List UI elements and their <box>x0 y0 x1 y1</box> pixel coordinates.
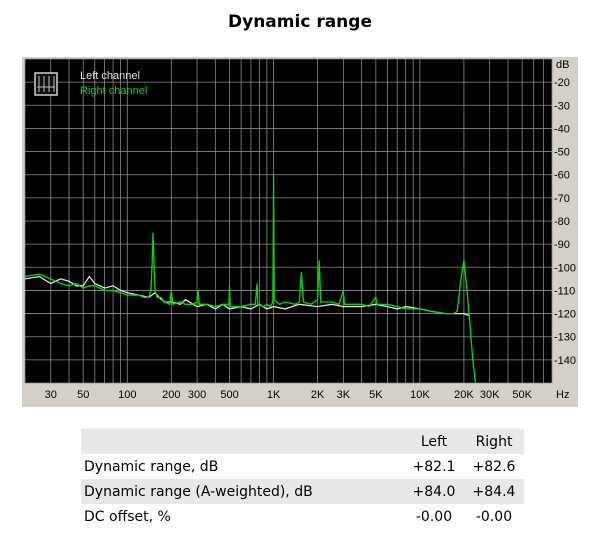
y-axis-unit: dB <box>556 59 569 71</box>
y-tick-label: -60 <box>554 170 570 182</box>
row-label: Dynamic range (A-weighted), dB <box>81 479 404 504</box>
y-tick-label: -120 <box>554 309 576 321</box>
table-row: DC offset, % -0.00 -0.00 <box>81 504 524 529</box>
y-tick-label: -30 <box>554 100 570 112</box>
y-tick-label: -110 <box>554 285 575 297</box>
x-tick-label: 3K <box>337 389 351 401</box>
row-right-value: -0.00 <box>464 504 524 529</box>
spectrum-plot-svg: dB -20 -30 -40 -50 -60 -70 -80 -90 -100 -110 -120 -1… <box>24 58 576 401</box>
row-label: Dynamic range, dB <box>81 454 404 479</box>
legend-right-channel: Right channel <box>80 85 147 97</box>
table-header-cell <box>81 429 404 454</box>
spectrum-plot: dB -20 -30 -40 -50 -60 -70 -80 -90 -100 -110 -120 -1… <box>22 57 578 407</box>
x-tick-label: 50K <box>512 389 532 401</box>
row-left-value: -0.00 <box>404 504 464 529</box>
y-tick-label: -130 <box>554 332 576 344</box>
row-label: DC offset, % <box>81 504 404 529</box>
table-header-right: Right <box>464 429 524 454</box>
x-tick-label: 100 <box>118 389 136 401</box>
x-axis-unit: Hz <box>556 389 569 401</box>
x-tick-label: 500 <box>220 389 238 401</box>
x-tick-label: 5K <box>369 389 383 401</box>
results-table: Left Right Dynamic range, dB +82.1 +82.6… <box>81 429 524 529</box>
x-tick-label: 30 <box>45 389 57 401</box>
x-tick-label: 30K <box>480 389 500 401</box>
y-tick-label: -70 <box>554 193 570 205</box>
x-tick-label: 20K <box>454 389 474 401</box>
y-tick-label: -50 <box>554 147 570 159</box>
y-tick-label: -100 <box>554 262 576 274</box>
table-row: Dynamic range (A-weighted), dB +84.0 +84… <box>81 479 524 504</box>
legend-left-channel: Left channel <box>80 70 140 82</box>
x-tick-label: 200 <box>162 389 180 401</box>
x-tick-label: 10K <box>410 389 430 401</box>
legend-icon <box>34 72 58 96</box>
x-tick-label: 50 <box>77 389 89 401</box>
row-left-value: +84.0 <box>404 479 464 504</box>
y-tick-label: -80 <box>554 216 570 228</box>
row-right-value: +82.6 <box>464 454 524 479</box>
y-tick-label: -40 <box>554 123 570 135</box>
chart-title: Dynamic range <box>228 12 372 32</box>
x-tick-label: 1K <box>267 389 281 401</box>
x-tick-label: 2K <box>311 389 325 401</box>
y-tick-label: -90 <box>554 239 570 251</box>
table-header-row: Left Right <box>81 429 524 454</box>
row-left-value: +82.1 <box>404 454 464 479</box>
y-tick-label: -140 <box>554 355 576 367</box>
table-row: Dynamic range, dB +82.1 +82.6 <box>81 454 524 479</box>
x-tick-label: 300 <box>188 389 206 401</box>
table-header-left: Left <box>404 429 464 454</box>
row-right-value: +84.4 <box>464 479 524 504</box>
y-tick-label: -20 <box>554 77 570 89</box>
